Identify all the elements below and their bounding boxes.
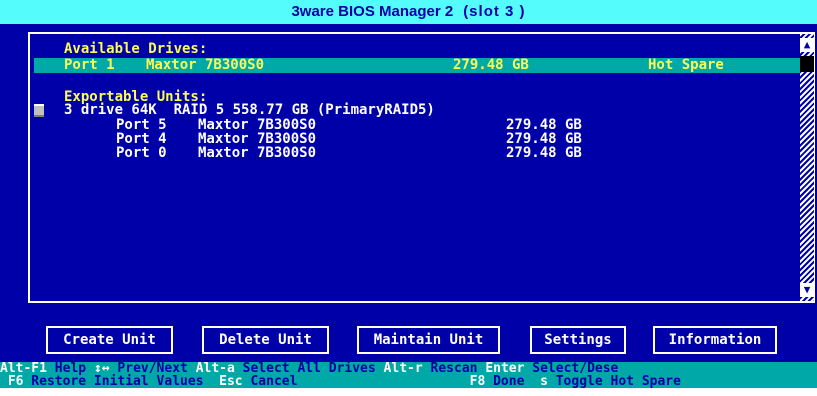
member-size: 279.48 GB — [506, 131, 582, 147]
arrow-up-icon[interactable]: ▲ — [800, 38, 814, 52]
member-model: Maxtor 7B300S0 — [198, 131, 317, 147]
bios-screen: 3ware BIOS Manager 2 (slot 3 ) Available … — [0, 0, 817, 388]
help-key: F6 — [0, 374, 24, 388]
help-key: s — [540, 374, 548, 388]
maintain-unit-button[interactable]: Maintain Unit — [357, 326, 500, 354]
member-model: Maxtor 7B300S0 — [198, 117, 317, 133]
drive-size: 279.48 GB — [453, 57, 529, 73]
drive-port: Port 1 — [64, 57, 115, 73]
arrow-down-icon[interactable]: ▼ — [800, 283, 814, 297]
available-drives-header: Available Drives: — [64, 41, 208, 57]
unit-expand-marker[interactable] — [34, 104, 44, 117]
member-port: Port 0 — [116, 145, 167, 161]
help-text: Restore Initial Values — [23, 374, 220, 388]
unit-summary[interactable]: 3 drive 64K RAID 5 558.77 GB (PrimaryRAI… — [64, 103, 435, 117]
slot-label: (slot 3 ) — [463, 3, 526, 20]
delete-unit-button[interactable]: Delete Unit — [202, 326, 329, 354]
title-bar: 3ware BIOS Manager 2 (slot 3 ) — [0, 0, 817, 24]
drive-status: Hot Spare — [648, 57, 724, 73]
member-size: 279.48 GB — [506, 145, 582, 161]
scrollbar[interactable]: ▲ ▼ — [800, 34, 814, 301]
drive-row-selected[interactable]: Port 1 Maxtor 7B300S0 279.48 GB Hot Spar… — [34, 58, 800, 73]
help-key: Esc — [219, 374, 243, 388]
help-text: Done — [485, 374, 541, 388]
app-title: 3ware BIOS Manager 2 — [291, 3, 454, 20]
scroll-thumb[interactable] — [800, 56, 814, 72]
create-unit-button[interactable]: Create Unit — [46, 326, 173, 354]
member-port: Port 5 — [116, 117, 167, 133]
drive-model: Maxtor 7B300S0 — [146, 57, 265, 73]
help-text: Toggle Hot Spare — [547, 374, 681, 388]
member-port: Port 4 — [116, 131, 167, 147]
member-size: 279.48 GB — [506, 117, 582, 133]
help-text: Cancel — [242, 374, 470, 388]
help-key: F8 — [469, 374, 486, 388]
help-bar: Alt-F1 Help ↕↔ Prev/Next Alt-a Select Al… — [0, 362, 817, 388]
information-button[interactable]: Information — [653, 326, 777, 354]
settings-button[interactable]: Settings — [530, 326, 626, 354]
member-model: Maxtor 7B300S0 — [198, 145, 317, 161]
help-line-2: F6 Restore Initial Values Esc Cancel F8 … — [0, 375, 681, 388]
